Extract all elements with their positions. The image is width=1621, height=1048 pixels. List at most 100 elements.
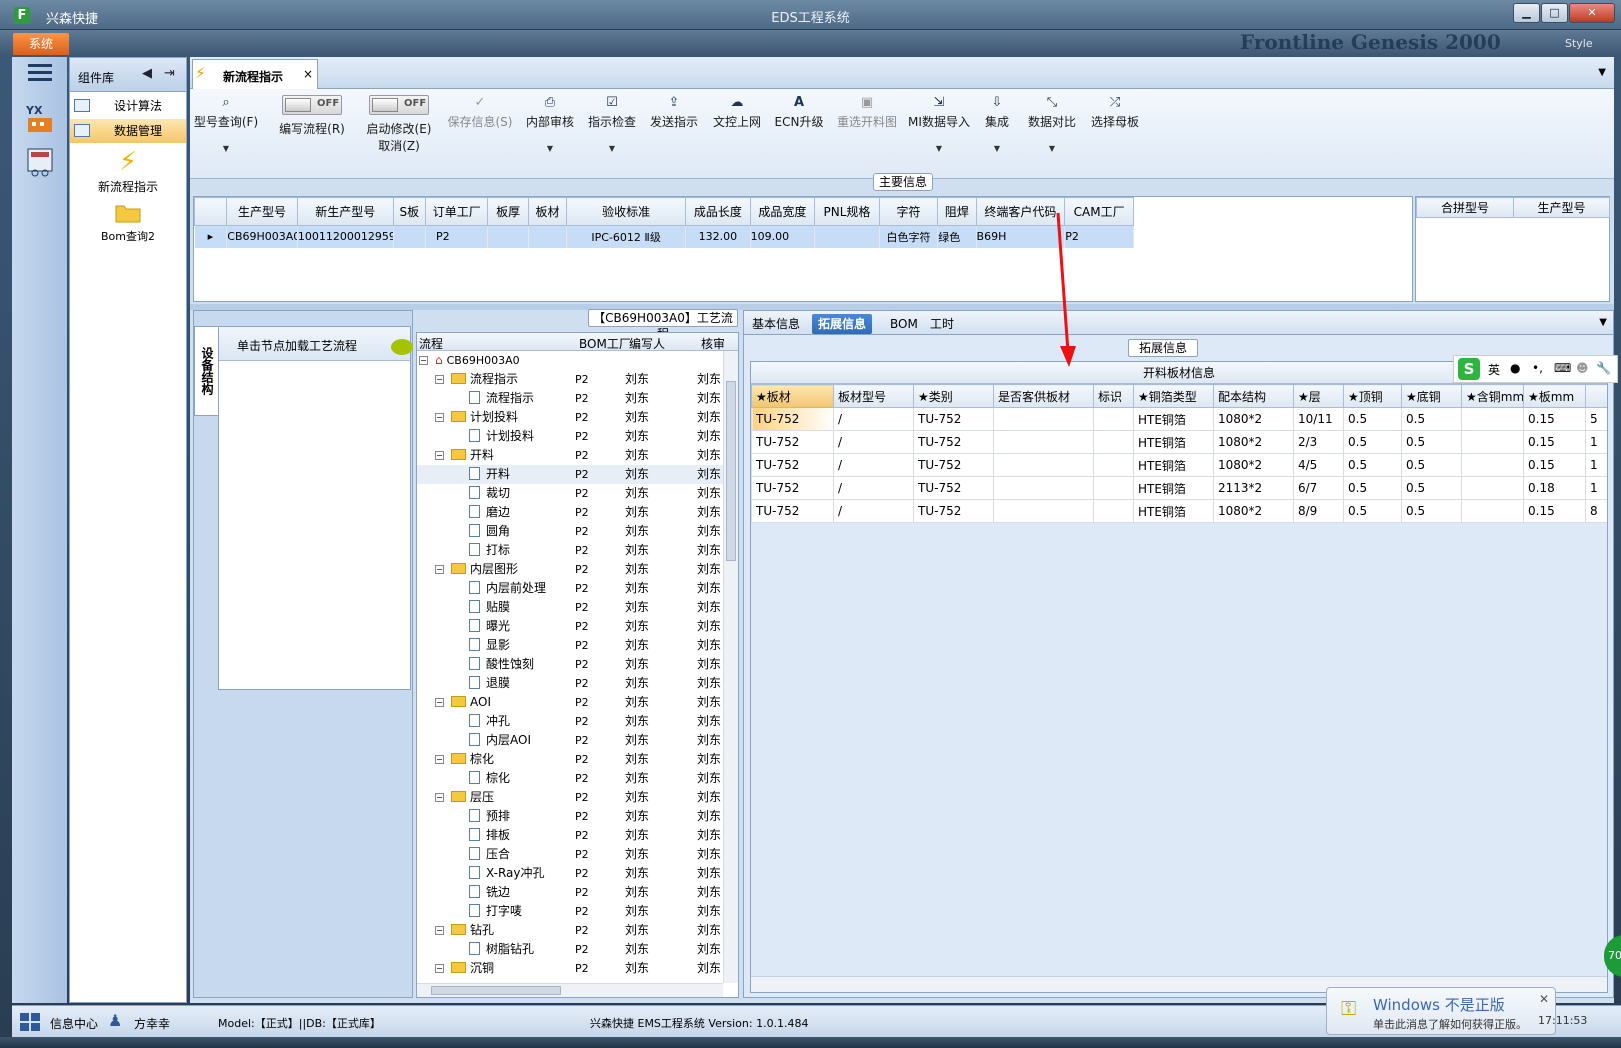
tab-bom[interactable]: BOM (884, 314, 924, 334)
cell[interactable] (1461, 499, 1524, 523)
tree-node[interactable]: 流程指示 P2 刘东 刘东 (417, 389, 727, 408)
column-header[interactable]: CAM工厂 (1064, 197, 1134, 226)
dropdown-arrow-icon[interactable]: ▼ (974, 144, 1020, 153)
cell[interactable]: 1 (1585, 453, 1607, 477)
cell[interactable] (528, 225, 568, 248)
column-header[interactable]: 成品长度 (685, 197, 751, 226)
cell[interactable]: 6/7 (1293, 476, 1344, 500)
cell[interactable]: 0.15 (1523, 430, 1586, 454)
cell[interactable] (487, 225, 529, 248)
calculator-icon[interactable] (23, 147, 57, 181)
cell[interactable]: 10/11 (1293, 407, 1344, 431)
cell[interactable]: 0.5 (1401, 453, 1462, 477)
tree-node[interactable]: 预排 P2 刘东 刘东 (417, 807, 727, 826)
cell[interactable]: 1 (1585, 430, 1607, 454)
notification-close-button[interactable]: ✕ (1539, 992, 1549, 1006)
cell[interactable]: HTE铜箔 (1133, 430, 1214, 454)
sogou-logo-icon[interactable]: S (1458, 358, 1480, 380)
tree-node[interactable]: 计划投料 P2 刘东 刘东 (417, 427, 727, 446)
cell[interactable] (993, 476, 1094, 500)
cell[interactable]: 1 (1585, 476, 1607, 500)
cell[interactable]: 0.15 (1523, 499, 1586, 523)
tree-node[interactable]: 棕化 P2 刘东 刘东 (417, 769, 727, 788)
dropdown-arrow-icon[interactable]: ▼ (192, 144, 260, 153)
cell[interactable] (993, 407, 1094, 431)
cell[interactable]: 10011200012959 (297, 225, 394, 248)
tree-node[interactable]: − 沉铜 P2 刘东 刘东 (417, 959, 727, 978)
column-header[interactable]: 订单工厂 (424, 197, 489, 226)
tree-node[interactable]: 曝光 P2 刘东 刘东 (417, 617, 727, 636)
cancel-label[interactable]: 取消(Z) (358, 137, 440, 154)
cell[interactable] (1093, 453, 1134, 477)
expand-toggle-icon[interactable]: − (435, 926, 444, 935)
cell[interactable]: TU-752 (913, 430, 994, 454)
cell[interactable]: 1080*2 (1213, 407, 1294, 431)
cell[interactable]: / (833, 430, 914, 454)
ecn-upgrade-button[interactable]: A ECN升级 (770, 95, 828, 130)
cell[interactable]: TU-752 (913, 453, 994, 477)
style-menu[interactable]: Style (1565, 37, 1593, 50)
tree-node[interactable]: − 流程指示 P2 刘东 刘东 (417, 370, 727, 389)
column-header[interactable]: 合拼型号 (1416, 197, 1514, 218)
ime-language[interactable]: 英 (1488, 361, 1500, 378)
tree-node[interactable]: 压合 P2 刘东 刘东 (417, 845, 727, 864)
expand-toggle-icon[interactable]: − (435, 413, 444, 422)
column-header[interactable]: S板 (392, 197, 426, 226)
reselect-cutting-chart-button[interactable]: ▣ 重选开料图 (830, 95, 904, 130)
data-compare-button[interactable]: ⤡ 数据对比 ▼ (1022, 95, 1082, 153)
dropdown-arrow-icon[interactable]: ▼ (906, 144, 972, 153)
cell[interactable]: / (833, 407, 914, 431)
write-flow-toggle[interactable]: OFF 编写流程(R) (272, 95, 352, 137)
cell[interactable]: B69H (976, 225, 1066, 248)
cell[interactable] (393, 225, 426, 248)
cell[interactable]: CB69H003A0 (226, 225, 298, 248)
keyboard-icon[interactable]: ⌨ (1554, 361, 1571, 375)
column-header[interactable]: ★板mm (1523, 384, 1586, 408)
maximize-button[interactable]: □ (1541, 3, 1568, 23)
select-master-board-button[interactable]: ⤮ 选择母板 (1084, 95, 1146, 130)
grid-icon[interactable] (20, 1013, 40, 1031)
cell[interactable] (1461, 476, 1524, 500)
column-header[interactable]: ★层 (1293, 384, 1344, 408)
cell[interactable]: 0.5 (1401, 499, 1462, 523)
cell[interactable] (993, 430, 1094, 454)
column-header[interactable]: BOM工厂 (579, 335, 631, 352)
column-header[interactable]: 标识 (1093, 384, 1134, 408)
nav-item-design-algorithm[interactable]: 设计算法 (70, 94, 186, 118)
cell[interactable]: 绿色 (937, 225, 977, 248)
cell[interactable]: IPC-6012 Ⅱ级 (566, 225, 687, 248)
toggle-switch[interactable]: OFF (282, 95, 342, 115)
cell[interactable]: TU-752 (751, 430, 834, 454)
tree-vertical-scrollbar[interactable] (723, 351, 738, 983)
tab-basic-info[interactable]: 基本信息 (746, 314, 806, 334)
column-header[interactable]: 终端客户代码 (975, 197, 1066, 226)
cell[interactable]: 109.00 (750, 225, 816, 248)
windows-notification[interactable]: ⚿ Windows 不是正版 单击此消息了解如何获得正版。 ✕ (1326, 987, 1556, 1035)
tree-node[interactable]: − 计划投料 P2 刘东 刘东 (417, 408, 727, 427)
column-header[interactable]: 验收标准 (566, 197, 687, 226)
info-center-link[interactable]: 信息中心 (50, 1015, 98, 1032)
cell[interactable]: 132.00 (685, 225, 751, 248)
nav-new-flow-instruction[interactable]: ⚡ 新流程指示 (70, 146, 186, 195)
cell[interactable]: P2 (1064, 225, 1134, 248)
cell[interactable]: 0.5 (1343, 499, 1402, 523)
scroll-thumb[interactable] (726, 381, 736, 561)
expand-toggle-icon[interactable]: − (419, 356, 428, 365)
tree-node[interactable]: 内层AOI P2 刘东 刘东 (417, 731, 727, 750)
user-icon[interactable]: ☻ (1576, 361, 1589, 375)
column-header[interactable]: 生产型号 (1513, 197, 1610, 218)
cell[interactable] (1093, 430, 1134, 454)
cell[interactable]: HTE铜箔 (1133, 499, 1214, 523)
cell[interactable]: 1080*2 (1213, 430, 1294, 454)
column-header[interactable]: 是否客供板材 (993, 384, 1094, 408)
tree-node[interactable]: 圆角 P2 刘东 刘东 (417, 522, 727, 541)
cell[interactable]: 0.5 (1401, 430, 1462, 454)
cell[interactable]: TU-752 (751, 476, 834, 500)
column-header[interactable] (1585, 384, 1607, 408)
cell[interactable]: 0.5 (1401, 476, 1462, 500)
column-header[interactable]: 流程 (419, 335, 443, 352)
column-header[interactable]: ★铜箔类型 (1133, 384, 1214, 408)
cell[interactable]: 0.5 (1343, 430, 1402, 454)
cell[interactable]: TU-752 (751, 453, 834, 477)
dropdown-arrow-icon[interactable]: ▼ (1599, 317, 1607, 328)
